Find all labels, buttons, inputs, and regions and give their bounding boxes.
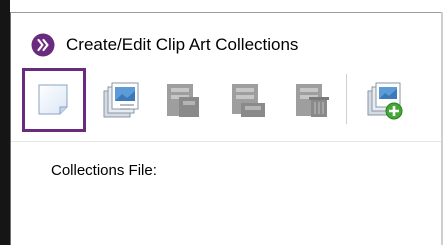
save-collection-icon (167, 84, 199, 117)
open-collection-icon (103, 82, 139, 118)
app-icon (31, 33, 55, 57)
save-collection-button[interactable] (151, 68, 215, 132)
save-as-collection-button[interactable] (216, 68, 280, 132)
content-area: Collections File: (11, 141, 442, 247)
new-collection-button[interactable] (22, 68, 86, 132)
collections-file-label: Collections File: (51, 162, 157, 179)
toolbar-separator (346, 74, 347, 124)
save-as-collection-icon (232, 84, 265, 117)
delete-collection-button[interactable] (280, 68, 344, 132)
open-collection-button[interactable] (89, 68, 153, 132)
add-clip-art-icon (367, 82, 403, 120)
window-left-border (0, 0, 10, 245)
add-clip-art-button[interactable] (353, 68, 417, 132)
title-bar: Create/Edit Clip Art Collections (11, 13, 442, 61)
toolbar (11, 62, 442, 138)
window-title: Create/Edit Clip Art Collections (66, 35, 299, 54)
new-document-icon (38, 84, 68, 115)
dialog-window: Create/Edit Clip Art Collections Collect… (10, 12, 442, 247)
delete-collection-icon (296, 84, 329, 117)
